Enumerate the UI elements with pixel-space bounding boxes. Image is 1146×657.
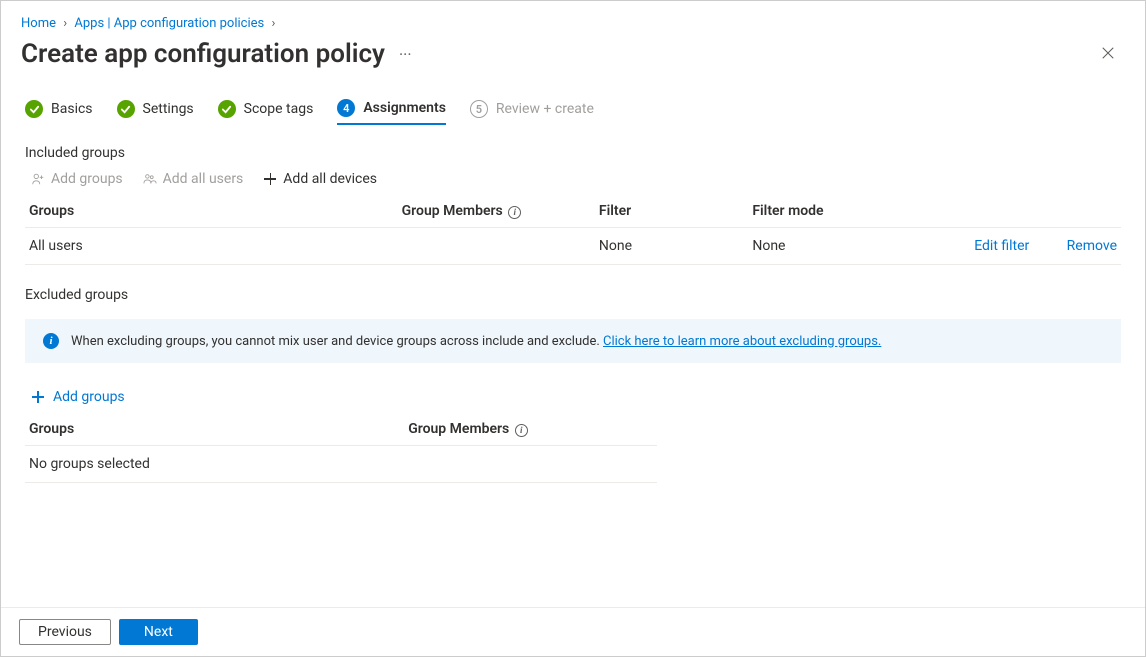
add-groups-label: Add groups [53, 389, 125, 405]
col-edit [902, 197, 1034, 228]
col-filter-mode: Filter mode [748, 197, 901, 228]
tab-assignments[interactable]: 4 Assignments [337, 99, 446, 125]
col-filter: Filter [595, 197, 748, 228]
breadcrumb: Home › Apps | App configuration policies… [1, 1, 1145, 31]
breadcrumb-apps[interactable]: Apps | App configuration policies [74, 16, 264, 31]
person-add-icon [31, 172, 45, 186]
plus-icon [31, 390, 45, 404]
learn-more-link[interactable]: Click here to learn more about excluding… [603, 334, 881, 349]
add-excluded-groups-button[interactable]: Add groups [1, 383, 149, 415]
add-all-users-button[interactable]: Add all users [143, 171, 244, 187]
col-remove [1033, 197, 1121, 228]
tab-settings[interactable]: Settings [117, 100, 194, 124]
included-toolbar: Add groups Add all users Add all devices [1, 171, 1145, 197]
banner-text: When excluding groups, you cannot mix us… [71, 334, 881, 349]
close-icon [1101, 46, 1115, 60]
tab-label: Review + create [496, 101, 594, 117]
people-icon [143, 172, 157, 186]
info-banner: i When excluding groups, you cannot mix … [25, 319, 1121, 363]
col-groups: Groups [25, 197, 398, 228]
table-row-empty: No groups selected [25, 446, 657, 483]
tab-basics[interactable]: Basics [25, 100, 93, 124]
tab-label: Settings [143, 101, 194, 117]
wizard-footer: Previous Next [1, 607, 1145, 656]
close-button[interactable] [1095, 41, 1121, 68]
tab-label: Assignments [363, 100, 446, 116]
step-tabs: Basics Settings Scope tags 4 Assignments… [1, 89, 1145, 131]
chevron-right-icon: › [271, 16, 275, 31]
excluded-groups-heading: Excluded groups [1, 265, 1145, 319]
step-number-icon: 5 [470, 100, 488, 118]
empty-text: No groups selected [25, 446, 657, 483]
toolbar-label: Add groups [51, 171, 123, 187]
next-button[interactable]: Next [119, 619, 198, 645]
tab-scope-tags[interactable]: Scope tags [218, 100, 314, 124]
col-members: Group Members i [398, 197, 595, 228]
plus-icon [263, 172, 277, 186]
col-groups: Groups [25, 415, 404, 446]
included-groups-table: Groups Group Members i Filter Filter mod… [25, 197, 1121, 265]
page-header: Create app configuration policy ··· [1, 31, 1145, 89]
info-icon: i [43, 333, 59, 349]
remove-link[interactable]: Remove [1033, 228, 1121, 265]
checkmark-icon [117, 100, 135, 118]
add-groups-button[interactable]: Add groups [31, 171, 123, 187]
chevron-right-icon: › [63, 16, 67, 31]
more-actions-button[interactable]: ··· [399, 45, 412, 64]
checkmark-icon [218, 100, 236, 118]
included-groups-heading: Included groups [1, 131, 1145, 171]
add-all-devices-button[interactable]: Add all devices [263, 171, 377, 187]
previous-button[interactable]: Previous [19, 619, 111, 645]
breadcrumb-home[interactable]: Home [21, 16, 56, 31]
page-title: Create app configuration policy [21, 39, 385, 69]
checkmark-icon [25, 100, 43, 118]
toolbar-label: Add all devices [283, 171, 377, 187]
cell-members [398, 228, 595, 265]
edit-filter-link[interactable]: Edit filter [902, 228, 1034, 265]
info-icon[interactable]: i [515, 424, 528, 437]
cell-group: All users [25, 228, 398, 265]
toolbar-label: Add all users [163, 171, 244, 187]
cell-filter-mode: None [748, 228, 901, 265]
tab-review-create: 5 Review + create [470, 100, 594, 124]
tab-label: Scope tags [244, 101, 314, 117]
col-members: Group Members i [404, 415, 657, 446]
table-row: All users None None Edit filter Remove [25, 228, 1121, 265]
info-icon[interactable]: i [508, 206, 521, 219]
tab-label: Basics [51, 101, 93, 117]
excluded-groups-table: Groups Group Members i No groups selecte… [25, 415, 657, 483]
cell-filter: None [595, 228, 748, 265]
step-number-icon: 4 [337, 99, 355, 117]
